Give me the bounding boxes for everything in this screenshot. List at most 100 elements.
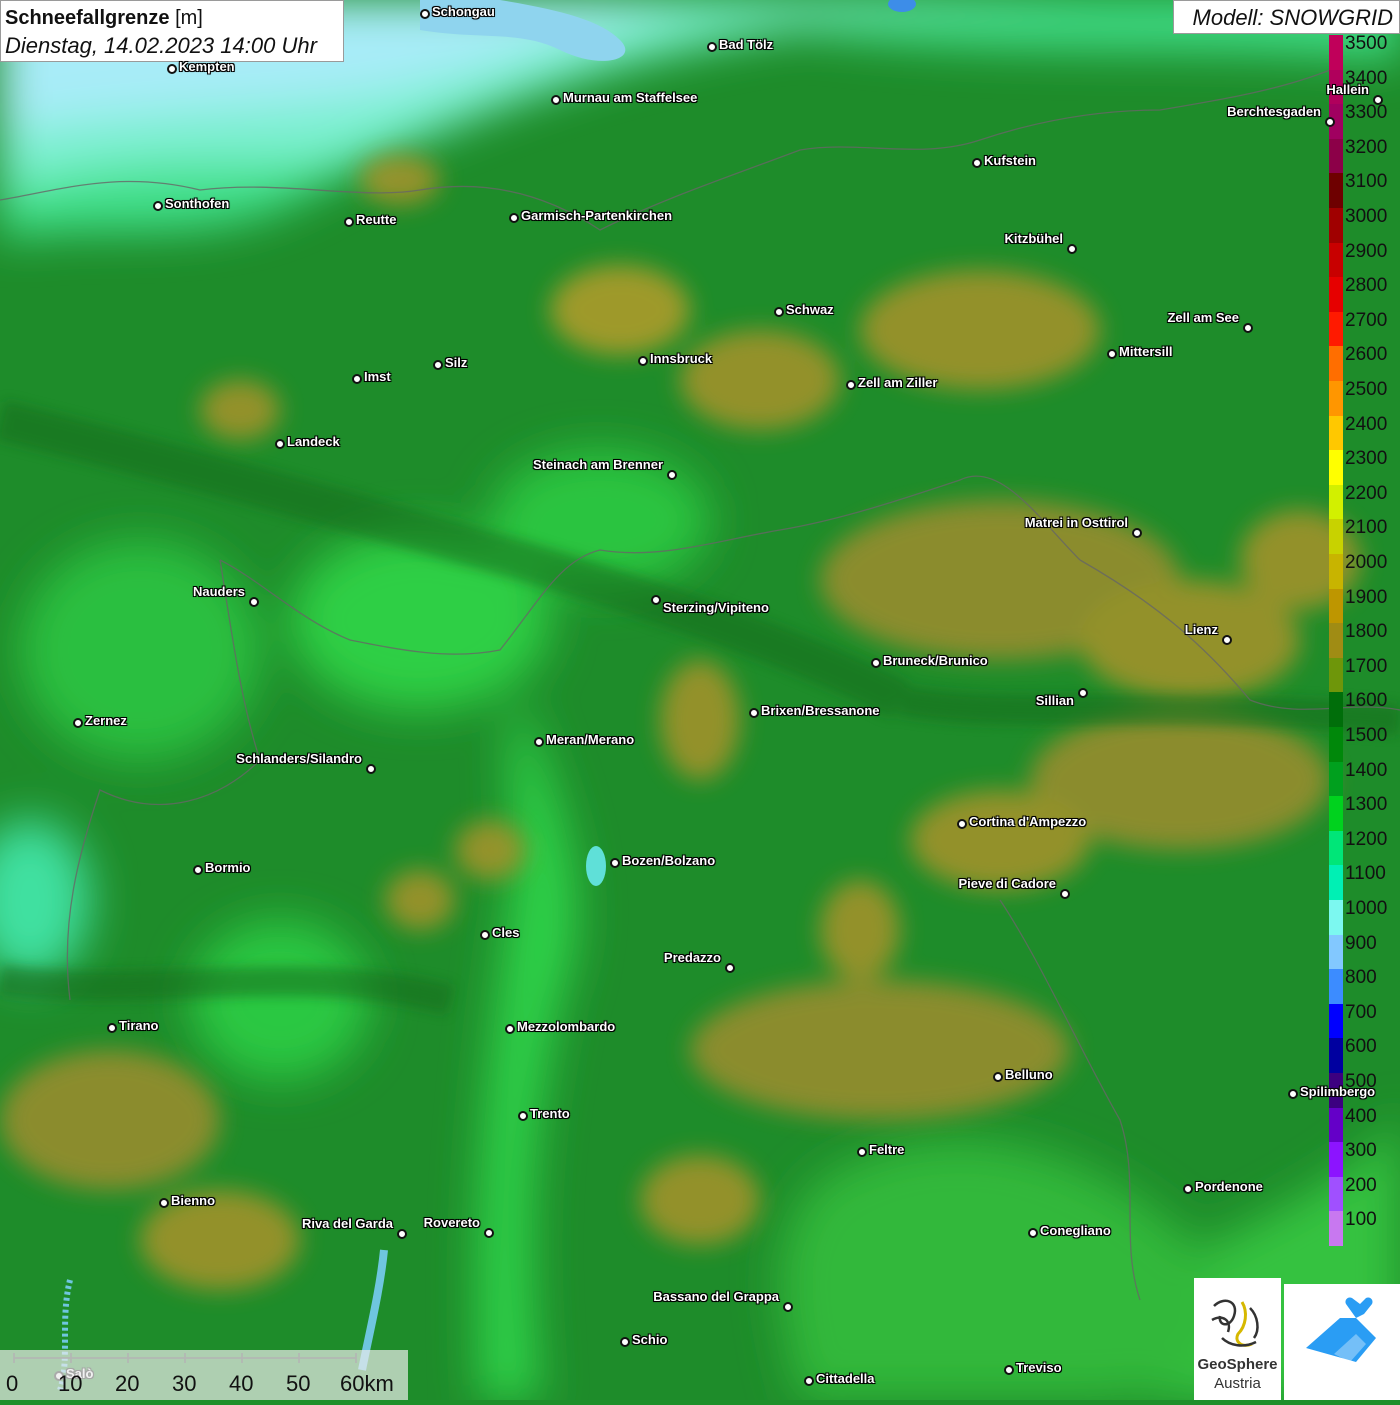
city-label: Treviso (1016, 1360, 1062, 1375)
city-label: Steinach am Brenner (532, 457, 663, 472)
legend-label: 200 (1345, 1174, 1377, 1196)
city-marker (167, 64, 177, 74)
city-marker (846, 380, 856, 390)
legend-label: 1000 (1345, 898, 1388, 919)
city-label: Schongau (432, 4, 495, 19)
city-marker (420, 9, 430, 19)
city-label: Silz (445, 355, 468, 370)
legend-label: 1800 (1345, 621, 1388, 643)
legend-swatch (1329, 35, 1343, 71)
city-marker (707, 42, 717, 52)
city-label: Landeck (287, 434, 340, 449)
model-label: Modell: SNOWGRID (1173, 0, 1400, 34)
city-label: Mittersill (1119, 344, 1173, 359)
legend-swatch (1329, 588, 1343, 624)
legend-swatch (1329, 1003, 1343, 1039)
legend-label: 2200 (1345, 482, 1388, 504)
legend-label: 700 (1345, 1001, 1377, 1023)
legend-swatch (1329, 657, 1343, 693)
logo-text-line1: GeoSphere (1197, 1356, 1278, 1373)
legend-swatch (1329, 796, 1343, 832)
legend-swatch (1329, 519, 1343, 555)
map-title-text: Schneefallgrenze (5, 7, 170, 29)
legend-label: 100 (1345, 1209, 1377, 1231)
city-label: Sillian (1035, 693, 1074, 708)
city-label: Imst (364, 369, 391, 384)
legend-label: 3500 (1345, 33, 1388, 54)
city-label: Tirano (119, 1018, 159, 1033)
city-marker (620, 1337, 630, 1347)
city-marker (957, 819, 967, 829)
city-label: Mezzolombardo (517, 1019, 616, 1034)
legend-label: 1400 (1345, 759, 1388, 781)
legend-swatch (1329, 242, 1343, 278)
city-marker (159, 1198, 169, 1208)
city-marker (972, 158, 982, 168)
legend-label: 2600 (1345, 344, 1388, 366)
legend-swatch (1329, 761, 1343, 797)
legend-label: 3100 (1345, 171, 1388, 193)
city-marker (366, 764, 376, 774)
city-label: Cles (492, 925, 520, 940)
scale-label: 50 (286, 1371, 311, 1396)
city-marker (610, 858, 620, 868)
legend-label: 1600 (1345, 690, 1388, 712)
legend-swatch (1329, 415, 1343, 451)
scale-label: 10 (58, 1371, 83, 1396)
city-marker (804, 1376, 814, 1386)
legend-swatch (1329, 623, 1343, 659)
legend-label: 600 (1345, 1036, 1377, 1058)
city-marker (857, 1147, 867, 1157)
scale-label: 30 (172, 1371, 197, 1396)
city-marker (249, 597, 259, 607)
city-marker (1325, 117, 1335, 127)
legend-swatch (1329, 1107, 1343, 1143)
city-marker (1373, 95, 1383, 105)
city-label: Sterzing/Vipiteno (663, 600, 769, 615)
city-marker (551, 95, 561, 105)
app-logo[interactable] (1284, 1284, 1400, 1400)
city-marker (638, 356, 648, 366)
city-marker (505, 1024, 515, 1034)
legend-swatch (1329, 865, 1343, 901)
legend-label: 1100 (1345, 863, 1386, 885)
city-label: Lienz (1184, 622, 1218, 637)
geosphere-swirl-icon (1211, 1299, 1259, 1347)
legend-swatch (1329, 554, 1343, 590)
city-label: Belluno (1005, 1067, 1053, 1082)
city-label: Schwaz (786, 302, 834, 317)
legend-swatch (1329, 138, 1343, 174)
city-label: Bormio (205, 860, 251, 875)
city-label: Berchtesgaden (1227, 104, 1321, 119)
city-label: Garmisch-Partenkirchen (521, 208, 673, 223)
app-arrow-icon (1306, 1297, 1376, 1362)
city-label: Nauders (192, 584, 245, 599)
geosphere-logo[interactable]: GeoSphere Austria (1194, 1278, 1281, 1400)
city-marker (993, 1072, 1003, 1082)
legend-swatch (1329, 969, 1343, 1005)
city-marker (397, 1229, 407, 1239)
city-label: Bruneck/Brunico (883, 653, 988, 668)
city-marker (107, 1023, 117, 1033)
city-label: Brixen/Bressanone (761, 703, 880, 718)
city-label: Feltre (869, 1142, 905, 1157)
legend-swatch (1329, 450, 1343, 486)
map-datetime: Dienstag, 14.02.2023 14:00 Uhr (5, 33, 317, 58)
city-marker (1183, 1184, 1193, 1194)
legend-swatch (1329, 277, 1343, 313)
city-label: Conegliano (1040, 1223, 1111, 1238)
scale-label: 40 (229, 1371, 254, 1396)
city-label: Riva del Garda (301, 1216, 393, 1231)
city-label: Bienno (171, 1193, 216, 1208)
city-marker (484, 1228, 494, 1238)
city-marker (783, 1302, 793, 1312)
city-label: Bassano del Grappa (653, 1289, 779, 1304)
city-marker (1060, 889, 1070, 899)
city-marker (480, 930, 490, 940)
city-marker (518, 1111, 528, 1121)
legend-label: 3300 (1345, 102, 1388, 124)
city-label: Hallein (1326, 82, 1369, 97)
legend-label: 300 (1345, 1140, 1377, 1162)
legend-swatch (1329, 727, 1343, 763)
legend-swatch (1329, 1176, 1343, 1212)
